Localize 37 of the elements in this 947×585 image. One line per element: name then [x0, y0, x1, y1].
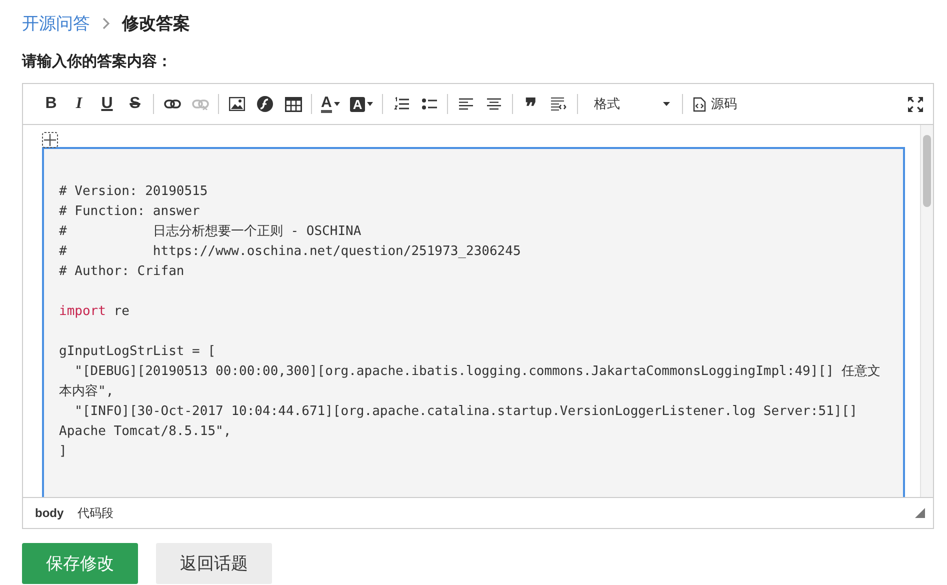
element-path-item[interactable]: body: [35, 506, 64, 520]
field-label: 请输入你的答案内容：: [22, 52, 173, 71]
code-line: import re: [59, 303, 130, 321]
fullscreen-icon[interactable]: [908, 96, 923, 112]
page-title: 修改答案: [122, 12, 190, 34]
caret-icon: [334, 102, 340, 106]
scrollbar[interactable]: [920, 125, 933, 497]
code-line: # https://www.oschina.net/question/251973_2306245: [59, 243, 522, 261]
caret-icon: [367, 102, 374, 106]
image-icon[interactable]: [228, 94, 246, 114]
code-line: "[INFO][30-Oct-2017 10:04:44.671][org.apache.catalina.startup.VersionLoggerListener.log Server:51][] Apache Tomcat/8.5.15",: [59, 403, 858, 441]
code-line: # Author: Crifan: [59, 263, 186, 281]
quote-button[interactable]: ❞: [522, 94, 540, 114]
element-path-item[interactable]: 代码段: [78, 504, 114, 522]
bold-button[interactable]: B: [42, 94, 60, 114]
format-dropdown[interactable]: 格式: [586, 95, 674, 113]
code-line: ]: [59, 443, 68, 461]
move-handle-icon[interactable]: [42, 132, 58, 148]
strikethrough-button[interactable]: S: [126, 94, 144, 114]
code-line: # 日志分析想要一个正则 - OSCHINA: [59, 223, 362, 241]
code-block[interactable]: [42, 147, 905, 497]
code-line: # Function: answer: [59, 203, 201, 221]
table-icon[interactable]: [284, 94, 302, 114]
underline-button[interactable]: U: [98, 94, 116, 114]
chevron-right-icon: [102, 16, 110, 30]
code-line: gInputLogStrList = [: [59, 343, 217, 361]
italic-button[interactable]: I: [70, 94, 88, 114]
source-code-button[interactable]: 源码: [687, 95, 744, 113]
back-button[interactable]: 返回话题: [156, 543, 272, 584]
caret-icon: [663, 102, 670, 106]
code-line: # Version: 20190515: [59, 183, 209, 201]
flash-icon[interactable]: [256, 94, 274, 114]
breadcrumb-link[interactable]: 开源问答: [22, 12, 90, 34]
font-color-button[interactable]: A: [321, 94, 340, 114]
resize-handle-icon[interactable]: [915, 508, 925, 518]
code-file-icon: [693, 96, 706, 112]
code-line: "[DEBUG][20190513 00:00:00,300][org.apache.ibatis.logging.commons.JakartaCommonsLoggingImpl:49][] 任意文本内容",: [59, 363, 882, 401]
